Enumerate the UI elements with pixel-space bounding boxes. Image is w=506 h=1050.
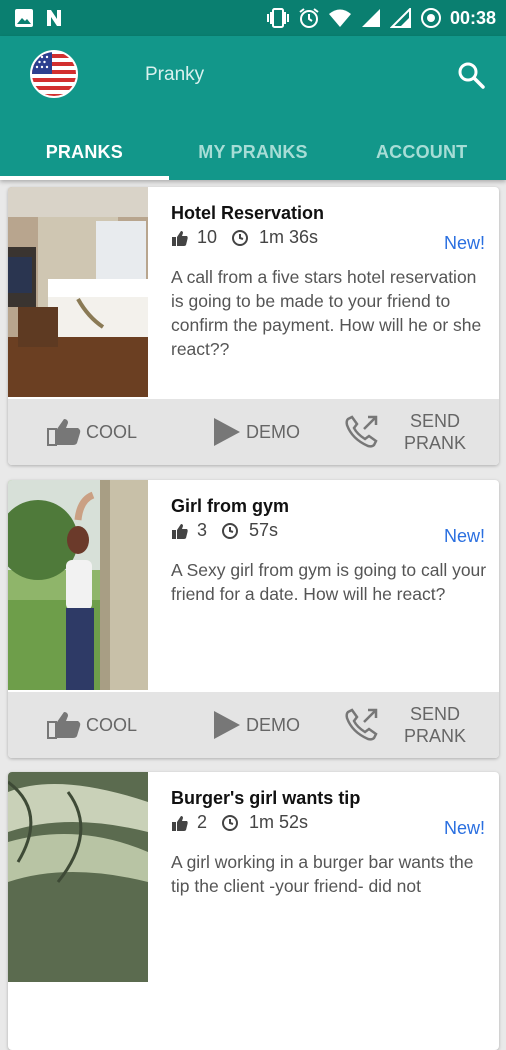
prank-thumbnail-burger: [8, 772, 148, 982]
clock-icon: [222, 814, 239, 831]
signal-icon: [361, 9, 380, 27]
send-prank-label: SEND PRANK: [404, 410, 466, 454]
send-prank-button[interactable]: SEND PRANK: [342, 692, 466, 758]
tab-my-pranks[interactable]: MY PRANKS: [169, 124, 338, 180]
us-flag-avatar[interactable]: [30, 50, 78, 98]
money-image: [8, 772, 148, 982]
prank-actions: COOL DEMO SEND PRANK: [8, 692, 499, 758]
prank-meta: 2 1m 52s: [171, 812, 308, 833]
app-bar: Pranky PRANKS MY PRANKS ACCOUNT: [0, 36, 506, 180]
prank-title: Hotel Reservation: [171, 203, 325, 223]
duration: 1m 36s: [259, 227, 319, 247]
wifi-icon: [328, 9, 351, 27]
us-flag-icon: [32, 52, 76, 96]
prank-description: A girl working in a burger bar wants the…: [171, 852, 474, 896]
duration: 57s: [249, 520, 279, 540]
cool-button[interactable]: COOL: [46, 399, 137, 465]
phone-outgoing-icon: [345, 708, 378, 741]
duration: 1m 52s: [249, 812, 309, 832]
thumbs-up-icon: [172, 815, 188, 831]
demo-button[interactable]: DEMO: [208, 692, 300, 758]
thumbs-up-icon: [47, 712, 81, 739]
gym-girl-image: [8, 480, 148, 690]
cool-label: COOL: [86, 421, 138, 442]
tab-indicator: [0, 176, 169, 180]
likes-count: 10: [197, 227, 218, 247]
prank-description: A Sexy girl from gym is going to call yo…: [171, 560, 487, 604]
prank-card[interactable]: Hotel Reservation 10 1m 36s New! A call …: [8, 187, 499, 465]
status-bar: 00:38: [0, 0, 506, 36]
new-badge: New!: [443, 818, 485, 838]
signal-2-icon: [389, 8, 411, 28]
demo-button[interactable]: DEMO: [208, 399, 300, 465]
clock-time: 00:38: [449, 7, 496, 28]
prank-meta: 3 57s: [171, 520, 278, 541]
new-badge: New!: [443, 526, 485, 546]
data-saver-icon: [420, 8, 441, 28]
likes-count: 3: [197, 520, 208, 540]
demo-label: DEMO: [246, 421, 300, 442]
hotel-room-image: [8, 187, 148, 397]
send-label-line2: PRANK: [404, 726, 467, 746]
search-icon: [458, 62, 485, 89]
prank-title: Girl from gym: [171, 496, 290, 516]
clock-icon: [232, 229, 249, 246]
phone-outgoing-icon: [345, 415, 378, 448]
new-badge: New!: [443, 233, 485, 253]
play-icon: [214, 711, 240, 739]
tab-bar: PRANKS MY PRANKS ACCOUNT: [0, 124, 506, 180]
vibrate-icon: [266, 8, 289, 28]
cool-button[interactable]: COOL: [46, 692, 137, 758]
app-title: Pranky: [145, 64, 205, 85]
tab-account[interactable]: ACCOUNT: [337, 124, 506, 180]
demo-label: DEMO: [246, 714, 300, 735]
clock-icon: [222, 522, 239, 539]
prank-actions: COOL DEMO SEND PRANK: [8, 399, 499, 465]
send-label-line1: SEND: [410, 411, 461, 431]
send-label-line2: PRANK: [404, 433, 467, 453]
cool-label: COOL: [86, 714, 138, 735]
prank-card[interactable]: Girl from gym 3 57s New! A Sexy girl fro…: [8, 480, 499, 758]
prank-meta: 10 1m 36s: [171, 227, 318, 248]
prank-card[interactable]: Burger's girl wants tip 2 1m 52s New! A …: [8, 772, 499, 1050]
alarm-icon: [299, 8, 319, 28]
prank-thumbnail-gym: [8, 480, 148, 690]
prank-title: Burger's girl wants tip: [171, 788, 361, 808]
send-prank-label: SEND PRANK: [404, 703, 466, 747]
image-notification-icon: [15, 9, 33, 27]
thumbs-up-icon: [172, 523, 188, 539]
n-notification-icon: [47, 10, 61, 26]
search-button[interactable]: [454, 58, 488, 92]
send-label-line1: SEND: [410, 704, 461, 724]
thumbs-up-icon: [172, 230, 188, 246]
likes-count: 2: [197, 812, 208, 832]
send-prank-button[interactable]: SEND PRANK: [342, 399, 466, 465]
thumbs-up-icon: [47, 419, 81, 446]
prank-description: A call from a five stars hotel reservati…: [171, 267, 482, 359]
tab-pranks[interactable]: PRANKS: [0, 124, 169, 180]
play-icon: [214, 418, 240, 446]
prank-thumbnail-hotel: [8, 187, 148, 397]
